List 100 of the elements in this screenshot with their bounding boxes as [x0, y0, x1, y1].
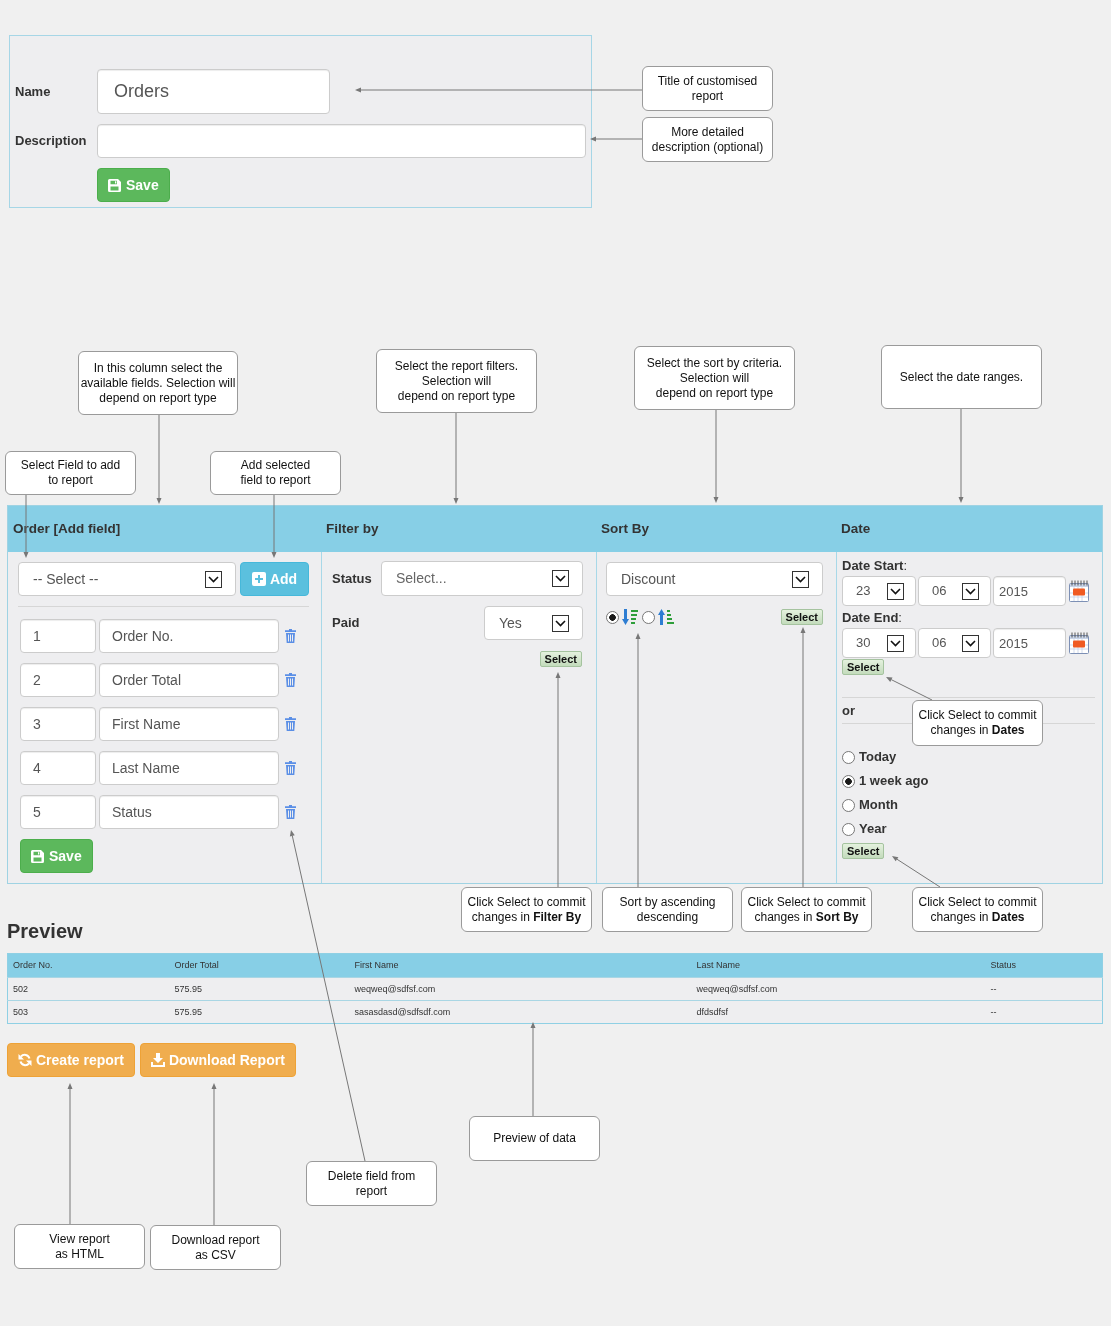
callout-note: Click Select to commit changes in Dates — [912, 700, 1043, 746]
radio-button[interactable] — [842, 774, 855, 788]
filter-select[interactable]: Yes — [484, 606, 583, 640]
chevron-down-icon — [887, 582, 904, 600]
column-header: Last Name — [691, 953, 986, 978]
position-input[interactable]: 5 — [20, 795, 96, 829]
position-input[interactable]: 4 — [20, 751, 96, 785]
leader-arrow — [590, 136, 643, 142]
callout-note: Sort by ascending descending — [602, 887, 733, 932]
description-label: Description — [15, 133, 87, 149]
section-title: Preview — [7, 919, 83, 943]
name-label: Name — [15, 83, 51, 100]
month-select[interactable]: 06 — [918, 576, 991, 606]
date-label: Date Start: — [842, 557, 908, 575]
radio-button[interactable] — [842, 750, 855, 764]
column-header: Order Total — [169, 953, 350, 978]
column-heading: Sort By — [596, 506, 836, 552]
radio-button[interactable] — [642, 610, 655, 624]
column-header: First Name — [349, 953, 692, 978]
position-input[interactable]: 3 — [20, 707, 96, 741]
table-cell: weqweq@sdfsf.com — [691, 977, 986, 1001]
leader-arrow — [271, 494, 277, 558]
field-name-input[interactable]: Status — [99, 795, 279, 829]
filter-label: Status — [332, 570, 372, 587]
table-cell: -- — [985, 1000, 1103, 1024]
trash-icon[interactable] — [285, 717, 296, 731]
refresh-icon — [18, 1053, 32, 1067]
filter-label: Paid — [332, 615, 360, 631]
callout-note: Add selected field to report — [210, 451, 341, 495]
sort-descending-icon — [622, 609, 638, 625]
table-cell: -- — [985, 977, 1103, 1001]
or-label: or — [842, 702, 855, 719]
field-name-input[interactable]: Order Total — [99, 663, 279, 697]
table-cell: weqweq@sdfsf.com — [349, 977, 692, 1001]
leader-arrow — [886, 677, 933, 701]
field-name-input[interactable]: First Name — [99, 707, 279, 741]
callout-note: Select Field to add to report — [5, 451, 136, 495]
chevron-down-icon — [792, 570, 809, 588]
year-input[interactable]: 2015 — [993, 576, 1066, 606]
filter-select[interactable]: Select... — [381, 561, 583, 596]
radio-button[interactable] — [842, 798, 855, 812]
sort-select[interactable]: Discount — [606, 562, 823, 596]
callout-note: Click Select to commit changes in Sort By — [741, 887, 872, 932]
download-icon — [150, 1053, 165, 1067]
callout-note: Download report as CSV — [150, 1225, 281, 1270]
callout-note: Click Select to commit changes in Filter By — [461, 887, 592, 932]
description-input[interactable] — [97, 124, 586, 158]
table-cell: 503 — [7, 1000, 170, 1024]
trash-icon[interactable] — [285, 629, 296, 643]
table-cell: 575.95 — [169, 1000, 350, 1024]
callout-note: Title of customised report — [642, 66, 773, 111]
chevron-down-icon — [205, 570, 222, 588]
radio-label[interactable]: Month — [859, 797, 898, 813]
table-cell: 502 — [7, 977, 170, 1001]
radio-button[interactable] — [842, 822, 855, 836]
year-input[interactable]: 2015 — [993, 628, 1066, 658]
sort-ascending-icon — [658, 609, 674, 625]
position-input[interactable]: 1 — [20, 619, 96, 653]
calendar-icon[interactable] — [1068, 632, 1090, 654]
select-button[interactable]: Select — [539, 651, 582, 667]
column-header: Status — [985, 953, 1103, 978]
callout-note: Preview of data — [469, 1116, 600, 1161]
field-select[interactable]: -- Select -- — [18, 562, 236, 596]
trash-icon[interactable] — [285, 761, 296, 775]
leader-arrow — [892, 856, 941, 888]
trash-icon[interactable] — [285, 805, 296, 819]
callout-note: In this column select the available fields. Selection will depend on report type — [78, 351, 238, 415]
day-select[interactable]: 23 — [842, 576, 916, 606]
column-heading: Filter by — [321, 506, 596, 552]
month-select[interactable]: 06 — [918, 628, 991, 658]
chevron-down-icon — [552, 570, 569, 587]
column-heading: Order [Add field] — [8, 506, 321, 552]
table-cell: sasasdasd@sdfsdf.com — [349, 1000, 692, 1024]
name-input[interactable]: Orders — [97, 69, 330, 114]
field-name-input[interactable]: Last Name — [99, 751, 279, 785]
radio-label[interactable]: 1 week ago — [859, 773, 929, 789]
radio-button[interactable] — [606, 610, 619, 624]
select-button[interactable]: Select — [780, 609, 823, 625]
table-cell: 575.95 — [169, 977, 350, 1001]
chevron-down-icon — [552, 614, 569, 632]
calendar-icon[interactable] — [1068, 580, 1090, 602]
radio-label[interactable]: Year — [859, 821, 887, 837]
chevron-down-icon — [962, 582, 979, 600]
chevron-down-icon — [887, 634, 904, 652]
select-button[interactable]: Select — [842, 659, 885, 675]
chevron-down-icon — [962, 634, 979, 652]
callout-note: Select the sort by criteria. Selection will depend on report type — [634, 346, 795, 410]
callout-note: View report as HTML — [14, 1224, 145, 1269]
day-select[interactable]: 30 — [842, 628, 916, 658]
callout-note: Select the date ranges. — [881, 345, 1042, 409]
callout-note: More detailed description (optional) — [642, 117, 773, 162]
date-label: Date End: — [842, 609, 902, 627]
trash-icon[interactable] — [285, 673, 296, 687]
radio-label[interactable]: Today — [859, 749, 897, 765]
callout-note: Delete field from report — [306, 1161, 437, 1206]
callout-note: Select the report filters. Selection will depend on report type — [376, 349, 537, 413]
field-name-input[interactable]: Order No. — [99, 619, 279, 653]
select-button[interactable]: Select — [842, 843, 885, 859]
table-cell: dfdsdfsf — [691, 1000, 986, 1024]
position-input[interactable]: 2 — [20, 663, 96, 697]
